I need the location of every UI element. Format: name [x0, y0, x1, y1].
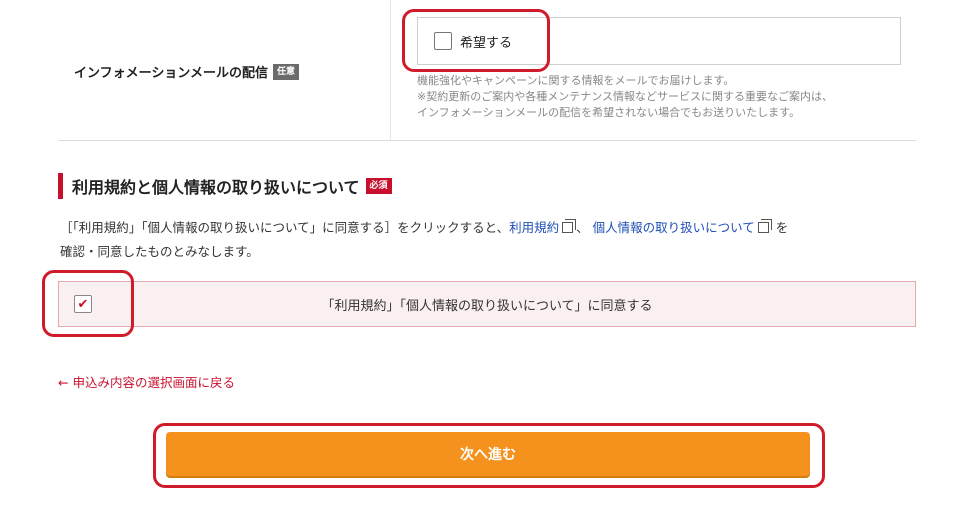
- terms-section-title: 利用規約と個人情報の取り扱いについて 必須: [58, 173, 392, 199]
- note-line-2: ※契約更新のご案内や各種メンテナンス情報などサービスに関する重要なご案内は、: [417, 90, 833, 103]
- agree-option[interactable]: ✔ 「利用規約」「個人情報の取り扱いについて」に同意する: [58, 281, 916, 327]
- consent-text-suffix: を: [775, 220, 789, 235]
- privacy-link[interactable]: 個人情報の取り扱いについて: [593, 220, 755, 235]
- info-mail-option[interactable]: 希望する: [417, 17, 901, 65]
- terms-link[interactable]: 利用規約: [509, 220, 559, 235]
- info-mail-notes: 機能強化やキャンペーンに関する情報をメールでお届けします。 ※契約更新のご案内や…: [417, 73, 833, 121]
- info-mail-checkbox-label[interactable]: 希望する: [460, 32, 512, 51]
- agree-checkbox[interactable]: ✔: [74, 295, 92, 313]
- back-to-selection-link[interactable]: ← 申込み内容の選択画面に戻る: [58, 372, 235, 391]
- note-line-1: 機能強化やキャンペーンに関する情報をメールでお届けします。: [417, 74, 735, 87]
- required-badge: 必須: [365, 178, 392, 194]
- consent-text-line2: 確認・同意したものとみなします。: [60, 244, 259, 259]
- external-window-icon: [757, 219, 772, 233]
- consent-separator: 、: [576, 220, 589, 235]
- info-mail-label: インフォメーションメールの配信 任意: [74, 62, 299, 81]
- info-mail-label-text: インフォメーションメールの配信: [74, 66, 268, 81]
- info-mail-checkbox[interactable]: [434, 32, 452, 50]
- column-divider: [390, 0, 391, 140]
- checkmark-icon: ✔: [77, 296, 89, 312]
- note-line-3: インフォメーションメールの配信を希望されない場合でもお送りいたします。: [417, 106, 801, 119]
- consent-text-prefix: ［「利用規約」「個人情報の取り扱いについて」に同意する］をクリックすると、: [60, 220, 510, 235]
- agree-label[interactable]: 「利用規約」「個人情報の取り扱いについて」に同意する: [59, 295, 915, 314]
- external-window-icon: [562, 219, 577, 233]
- section-divider: [58, 140, 916, 141]
- next-button[interactable]: 次へ進む: [166, 432, 810, 476]
- optional-badge: 任意: [272, 63, 299, 80]
- terms-title-text: 利用規約と個人情報の取り扱いについて: [72, 178, 360, 197]
- consent-description: ［「利用規約」「個人情報の取り扱いについて」に同意する］をクリックすると、利用規…: [60, 216, 920, 264]
